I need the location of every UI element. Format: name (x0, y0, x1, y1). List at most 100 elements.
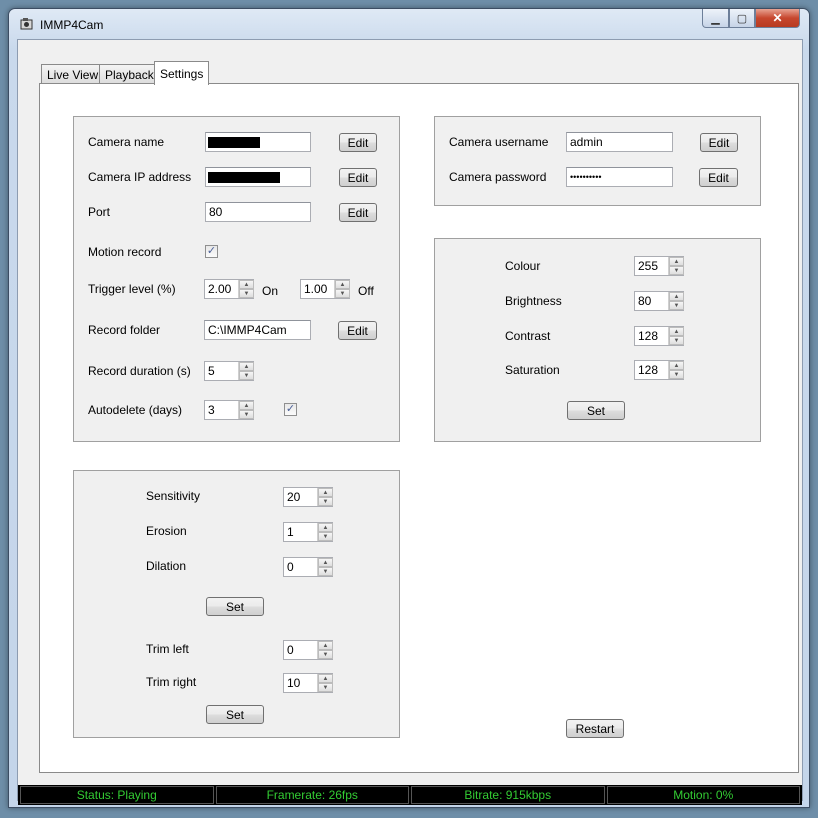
spin-down-icon[interactable]: ▼ (669, 370, 684, 379)
credentials-panel: Camera username admin Edit Camera passwo… (434, 116, 761, 206)
sensitivity-value: 20 (287, 490, 301, 504)
off-label: Off (358, 284, 374, 298)
spin-down-icon[interactable]: ▼ (318, 532, 333, 541)
edit-camera-ip-button[interactable]: Edit (339, 168, 377, 187)
bitrate-label: Bitrate: 915kbps (411, 786, 605, 804)
set-image-button[interactable]: Set (567, 401, 625, 420)
trigger-on-stepper[interactable]: 2.00 ▲ ▼ (204, 279, 254, 299)
spin-up-icon[interactable]: ▲ (318, 523, 333, 532)
status-label: Status: Playing (20, 786, 214, 804)
spin-down-icon[interactable]: ▼ (669, 336, 684, 345)
spin-down-icon[interactable]: ▼ (669, 266, 684, 275)
erosion-stepper[interactable]: 1 ▲ ▼ (283, 522, 333, 542)
spin-up-icon[interactable]: ▲ (239, 362, 254, 371)
camera-ip-label: Camera IP address (88, 170, 192, 184)
set-trim-button[interactable]: Set (206, 705, 264, 724)
spin-down-icon[interactable]: ▼ (335, 289, 350, 298)
spin-up-icon[interactable]: ▲ (669, 292, 684, 301)
spin-up-icon[interactable]: ▲ (669, 361, 684, 370)
camera-password-label: Camera password (449, 170, 547, 184)
title-bar[interactable]: IMMP4Cam ▁ ▢ ✕ (9, 9, 809, 39)
spin-up-icon[interactable]: ▲ (239, 401, 254, 410)
trigger-off-value: 1.00 (304, 282, 328, 296)
client-area: Live View Playback Settings Camera name … (17, 39, 803, 801)
autodelete-checkbox[interactable]: ✓ (284, 403, 297, 416)
trim-right-value: 10 (287, 676, 301, 690)
port-label: Port (88, 205, 111, 219)
record-duration-label: Record duration (s) (88, 364, 191, 378)
camera-username-field[interactable]: admin (566, 132, 673, 152)
edit-record-folder-button[interactable]: Edit (338, 321, 377, 340)
saturation-value: 128 (638, 363, 659, 377)
on-label: On (262, 284, 279, 298)
trim-left-value: 0 (287, 643, 294, 657)
redacted-block (208, 137, 260, 148)
contrast-stepper[interactable]: 128 ▲ ▼ (634, 326, 684, 346)
spin-up-icon[interactable]: ▲ (669, 257, 684, 266)
trim-left-label: Trim left (146, 642, 189, 656)
camera-username-label: Camera username (449, 135, 549, 149)
record-duration-stepper[interactable]: 5 ▲ ▼ (204, 361, 254, 381)
colour-stepper[interactable]: 255 ▲ ▼ (634, 256, 684, 276)
framerate-label: Framerate: 26fps (215, 786, 409, 804)
maximize-button[interactable]: ▢ (729, 9, 755, 28)
spin-up-icon[interactable]: ▲ (239, 280, 254, 289)
spin-down-icon[interactable]: ▼ (239, 289, 254, 298)
trim-right-stepper[interactable]: 10 ▲ ▼ (283, 673, 333, 693)
spin-down-icon[interactable]: ▼ (318, 497, 333, 506)
dilation-stepper[interactable]: 0 ▲ ▼ (283, 557, 333, 577)
colour-value: 255 (638, 259, 659, 273)
edit-password-button[interactable]: Edit (699, 168, 738, 187)
spin-up-icon[interactable]: ▲ (318, 641, 333, 650)
camera-app-icon (20, 17, 34, 31)
camera-password-field[interactable]: •••••••••• (566, 167, 673, 187)
saturation-label: Saturation (505, 363, 560, 377)
colour-label: Colour (505, 259, 541, 273)
set-motion-button[interactable]: Set (206, 597, 264, 616)
record-folder-field[interactable]: C:\IMMP4Cam (204, 320, 311, 340)
autodelete-stepper[interactable]: 3 ▲ ▼ (204, 400, 254, 420)
tab-live-view[interactable]: Live View (41, 64, 105, 84)
camera-settings-panel: Camera name Edit Camera IP address Edit … (73, 116, 400, 442)
restart-button[interactable]: Restart (566, 719, 624, 738)
dilation-label: Dilation (146, 559, 187, 573)
sensitivity-stepper[interactable]: 20 ▲ ▼ (283, 487, 333, 507)
record-folder-label: Record folder (88, 323, 161, 337)
erosion-label: Erosion (146, 524, 187, 538)
camera-ip-field[interactable] (205, 167, 311, 187)
spin-down-icon[interactable]: ▼ (318, 650, 333, 659)
checkmark-icon: ✓ (285, 403, 296, 415)
autodelete-label: Autodelete (days) (88, 403, 183, 417)
spin-down-icon[interactable]: ▼ (669, 301, 684, 310)
camera-name-field[interactable] (205, 132, 311, 152)
spin-down-icon[interactable]: ▼ (318, 567, 333, 576)
close-button[interactable]: ✕ (755, 9, 800, 28)
spin-up-icon[interactable]: ▲ (318, 674, 333, 683)
motion-detection-panel: Sensitivity 20 ▲ ▼ Erosion 1 ▲ ▼ Dilation … (73, 470, 400, 738)
trim-right-label: Trim right (146, 675, 197, 689)
spin-up-icon[interactable]: ▲ (669, 327, 684, 336)
saturation-stepper[interactable]: 128 ▲ ▼ (634, 360, 684, 380)
trigger-off-stepper[interactable]: 1.00 ▲ ▼ (300, 279, 350, 299)
minimize-button[interactable]: ▁ (702, 9, 729, 28)
motion-label: Motion: 0% (606, 786, 800, 804)
app-window: IMMP4Cam ▁ ▢ ✕ Live View Playback Settin… (8, 8, 810, 808)
dilation-value: 0 (287, 560, 294, 574)
edit-port-button[interactable]: Edit (339, 203, 377, 222)
autodelete-value: 3 (208, 403, 215, 417)
brightness-stepper[interactable]: 80 ▲ ▼ (634, 291, 684, 311)
edit-username-button[interactable]: Edit (700, 133, 738, 152)
spin-down-icon[interactable]: ▼ (239, 371, 254, 380)
spin-down-icon[interactable]: ▼ (239, 410, 254, 419)
spin-down-icon[interactable]: ▼ (318, 683, 333, 692)
tab-settings[interactable]: Settings (154, 61, 210, 85)
edit-camera-name-button[interactable]: Edit (339, 133, 377, 152)
trim-left-stepper[interactable]: 0 ▲ ▼ (283, 640, 333, 660)
erosion-value: 1 (287, 525, 294, 539)
spin-up-icon[interactable]: ▲ (318, 558, 333, 567)
spin-up-icon[interactable]: ▲ (318, 488, 333, 497)
spin-up-icon[interactable]: ▲ (335, 280, 350, 289)
motion-record-checkbox[interactable]: ✓ (205, 245, 218, 258)
port-field[interactable]: 80 (205, 202, 311, 222)
tab-playback[interactable]: Playback (99, 64, 160, 84)
